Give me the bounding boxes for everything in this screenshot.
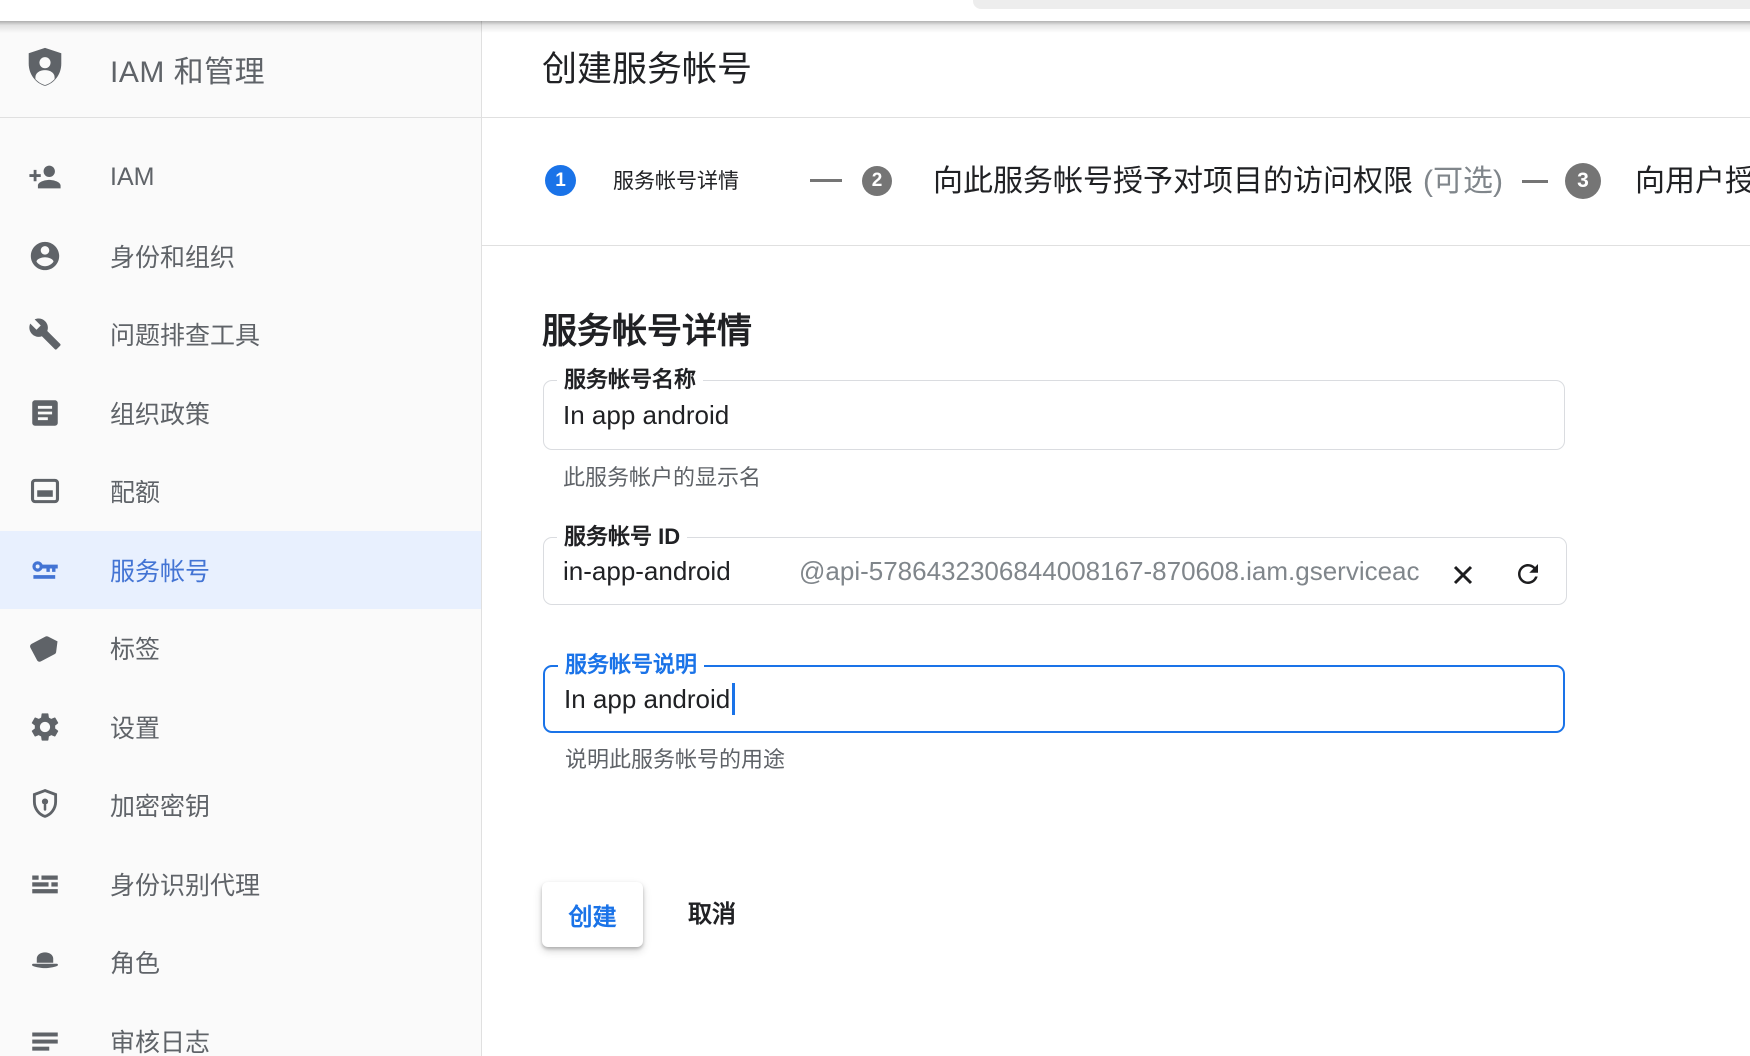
service-account-description-field[interactable]: 服务帐号说明 In app android (543, 665, 1565, 733)
sidebar-item-identity-org[interactable]: 身份和组织 (0, 217, 481, 296)
sidebar-item-label: 审核日志 (110, 1023, 210, 1056)
sidebar-header: IAM 和管理 (0, 21, 481, 118)
sidebar-item-troubleshooter[interactable]: 问题排查工具 (0, 295, 481, 374)
sidebar-item-settings[interactable]: 设置 (0, 688, 481, 767)
step-connector (810, 179, 842, 182)
sidebar-item-org-policies[interactable]: 组织政策 (0, 374, 481, 453)
step-1-label[interactable]: 服务帐号详情 (613, 118, 739, 246)
form-heading: 服务帐号详情 (542, 303, 752, 354)
step-2-text: 向此服务帐号授予对项目的访问权限 (933, 165, 1413, 198)
step-1-circle[interactable]: 1 (545, 165, 576, 196)
hat-icon (28, 945, 62, 979)
identity-icon (28, 239, 62, 273)
name-helper-text: 此服务帐户的显示名 (563, 460, 761, 492)
quota-icon (28, 474, 62, 508)
step-3-circle[interactable]: 3 (1565, 163, 1601, 199)
iam-shield-logo-icon (22, 46, 68, 92)
sidebar-item-label: 服务帐号 (110, 552, 210, 588)
sidebar-item-label: 设置 (110, 709, 160, 745)
wrench-icon (28, 317, 62, 351)
step-3-label[interactable]: 向用户授 (1635, 118, 1750, 246)
service-account-id-field[interactable]: 服务帐号 ID in-app-android @api-578643230684… (543, 537, 1567, 605)
sidebar-item-identity-aware-proxy[interactable]: 身份识别代理 (0, 845, 481, 924)
audit-log-icon (28, 1024, 62, 1056)
step-2-label[interactable]: 向此服务帐号授予对项目的访问权限 (可选) (933, 118, 1503, 246)
sidebar-item-label: 身份识别代理 (110, 866, 260, 902)
sidebar-item-label: 配额 (110, 473, 160, 509)
sidebar-item-label: 加密密钥 (110, 787, 210, 823)
service-account-name-value: In app android (563, 381, 729, 449)
refresh-icon[interactable] (1513, 559, 1543, 589)
sidebar-title: IAM 和管理 (110, 47, 265, 91)
description-helper-text: 说明此服务帐号的用途 (565, 742, 785, 774)
page-title: 创建服务帐号 (542, 21, 752, 118)
sidebar-item-label: 身份和组织 (110, 238, 235, 274)
sidebar-item-roles[interactable]: 角色 (0, 923, 481, 1002)
clear-icon[interactable] (1449, 561, 1477, 589)
description-text: In app android (564, 684, 730, 715)
step-2-circle[interactable]: 2 (862, 166, 892, 196)
key-icon (28, 553, 62, 587)
service-account-name-field[interactable]: 服务帐号名称 In app android (543, 380, 1565, 450)
browser-toolbar-remnant (973, 0, 1750, 9)
sidebar-item-label: IAM (110, 163, 154, 192)
service-account-description-value: In app android (564, 667, 735, 731)
sidebar-item-crypto-keys[interactable]: 加密密钥 (0, 766, 481, 845)
step-2-optional: (可选) (1423, 165, 1503, 198)
service-account-id-domain: @api-5786432306844008167-870608.iam.gser… (799, 538, 1439, 604)
sidebar-item-service-accounts[interactable]: 服务帐号 (0, 531, 481, 610)
cancel-button[interactable]: 取消 (688, 882, 736, 947)
shield-key-icon (28, 788, 62, 822)
sidebar-item-label: 标签 (110, 630, 160, 666)
step-connector (1522, 180, 1548, 183)
person-add-icon (28, 160, 62, 194)
tag-icon (28, 631, 62, 665)
policy-doc-icon (28, 396, 62, 430)
page-top-shadow (0, 21, 1750, 33)
sidebar-item-audit-logs[interactable]: 审核日志 (0, 1002, 481, 1056)
create-button[interactable]: 创建 (542, 882, 643, 947)
sidebar-item-label: 问题排查工具 (110, 316, 260, 352)
iap-icon (28, 867, 62, 901)
sidebar-item-labels[interactable]: 标签 (0, 609, 481, 688)
gear-icon (28, 710, 62, 744)
sidebar: IAM 和管理 IAM 身份和组织 问题排查工具 组织政策 (0, 21, 482, 1056)
sidebar-item-quotas[interactable]: 配额 (0, 452, 481, 531)
sidebar-item-label: 角色 (110, 944, 160, 980)
service-account-id-value: in-app-android (563, 538, 731, 604)
sidebar-item-iam[interactable]: IAM (0, 138, 481, 217)
sidebar-nav: IAM 身份和组织 问题排查工具 组织政策 (0, 138, 481, 1056)
text-caret (732, 683, 735, 715)
sidebar-item-label: 组织政策 (110, 395, 210, 431)
